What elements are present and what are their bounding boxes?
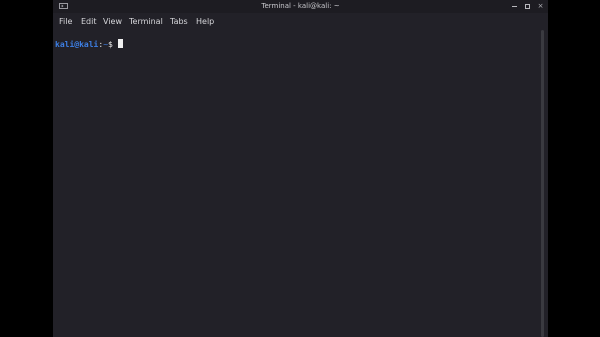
terminal-output[interactable]: kali@kali:~$	[53, 30, 538, 337]
menu-edit[interactable]: Edit	[81, 16, 97, 27]
window-title: Terminal - kali@kali: ~	[261, 2, 340, 10]
maximize-icon	[525, 3, 530, 9]
prompt-user-host: kali@kali	[55, 40, 99, 49]
terminal-window: Terminal - kali@kali: ~ × File Edit View…	[53, 0, 548, 337]
menu-view[interactable]: View	[103, 16, 122, 27]
prompt-symbol: $	[108, 40, 113, 49]
scrollbar-thumb[interactable]	[541, 30, 544, 337]
menu-bar: File Edit View Terminal Tabs Help	[53, 13, 548, 30]
scrollbar[interactable]	[539, 30, 546, 337]
close-button[interactable]: ×	[536, 2, 545, 11]
minimize-icon	[512, 5, 517, 7]
menu-file[interactable]: File	[59, 16, 72, 27]
menu-terminal[interactable]: Terminal	[129, 16, 163, 27]
minimize-button[interactable]	[510, 2, 519, 11]
text-cursor	[117, 39, 123, 48]
title-bar[interactable]: Terminal - kali@kali: ~ ×	[53, 0, 548, 13]
maximize-button[interactable]	[523, 2, 532, 11]
close-icon: ×	[537, 2, 544, 10]
menu-tabs[interactable]: Tabs	[170, 16, 188, 27]
menu-help[interactable]: Help	[196, 16, 214, 27]
prompt-line: kali@kali:~$	[55, 39, 123, 50]
